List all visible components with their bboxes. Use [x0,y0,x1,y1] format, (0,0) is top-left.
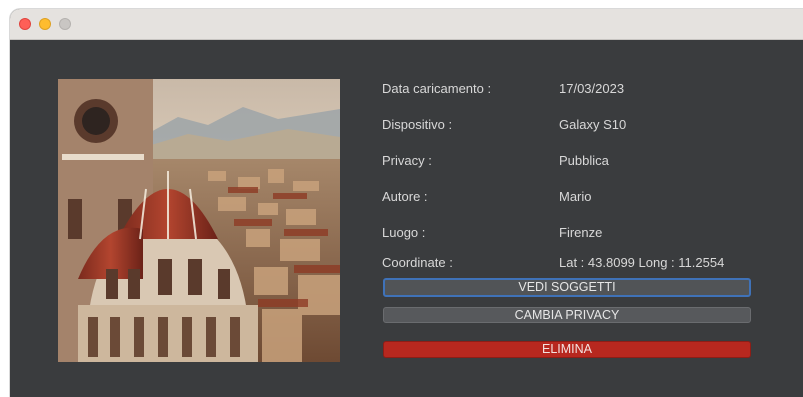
zoom-window-button[interactable] [59,18,71,30]
place-row: Luogo : Firenze [382,225,782,243]
app-window: Data caricamento : 17/03/2023 Dispositiv… [10,9,803,397]
upload-date-value: 17/03/2023 [559,81,625,96]
view-subjects-button[interactable]: VEDI SOGGETTI [383,278,751,297]
author-value: Mario [559,189,592,204]
delete-button[interactable]: ELIMINA [383,341,751,358]
device-value: Galaxy S10 [559,117,627,132]
coordinates-row: Coordinate : Lat : 43.8099 Long : 11.255… [382,255,782,273]
photo-details-panel: Data caricamento : 17/03/2023 Dispositiv… [10,40,803,397]
photo-image [58,79,340,362]
privacy-row: Privacy : Pubblica [382,153,782,171]
title-bar[interactable] [10,9,803,40]
privacy-label: Privacy : [382,153,432,168]
coordinates-value: Lat : 43.8099 Long : 11.2554 [559,255,725,270]
device-row: Dispositivo : Galaxy S10 [382,117,782,135]
place-label: Luogo : [382,225,426,240]
minimize-window-button[interactable] [39,18,51,30]
author-label: Autore : [382,189,428,204]
photo-preview [58,79,340,362]
author-row: Autore : Mario [382,189,782,207]
device-label: Dispositivo : [382,117,453,132]
place-value: Firenze [559,225,603,240]
coordinates-label: Coordinate : [382,255,453,270]
change-privacy-button[interactable]: CAMBIA PRIVACY [383,307,751,323]
privacy-value: Pubblica [559,153,609,168]
upload-date-label: Data caricamento : [382,81,492,96]
close-window-button[interactable] [19,18,31,30]
upload-date-row: Data caricamento : 17/03/2023 [382,81,782,99]
